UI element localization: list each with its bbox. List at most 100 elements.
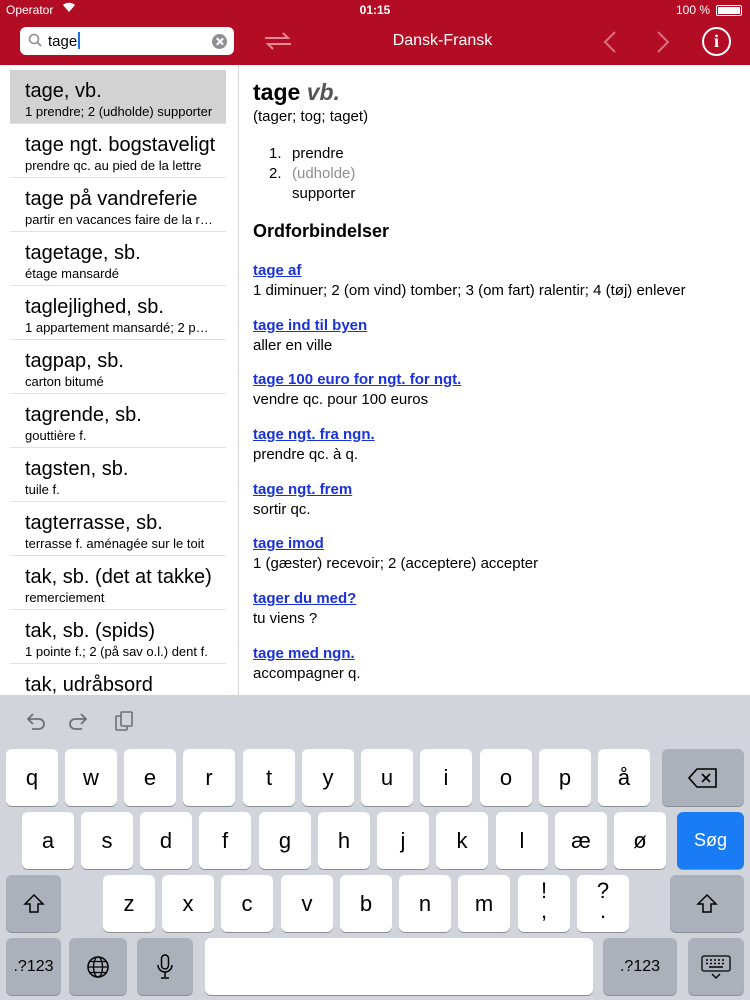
phrase-link[interactable]: tage ngt. frem xyxy=(253,481,743,500)
phrase-translation: prendre qc. à q. xyxy=(253,446,359,463)
key-g[interactable]: g xyxy=(259,812,311,869)
list-item-title: tak, sb. (det at takke) xyxy=(25,566,212,588)
list-item-title: tage på vandreferie xyxy=(25,188,198,210)
numbers-key[interactable]: .?123 xyxy=(6,938,61,995)
list-item[interactable]: tage på vandreferie partir en vacances f… xyxy=(10,178,226,232)
navigation-bar: Operator 01:15 100 % tage Dansk-Fransk i xyxy=(0,0,750,65)
key-i[interactable]: i xyxy=(420,749,472,806)
key-n[interactable]: n xyxy=(399,875,451,932)
key-u[interactable]: u xyxy=(361,749,413,806)
key-ae[interactable]: æ xyxy=(555,812,607,869)
key-f[interactable]: f xyxy=(199,812,251,869)
list-item-title: tagpap, sb. xyxy=(25,350,124,372)
list-item-title: tagetage, sb. xyxy=(25,242,141,264)
backspace-key[interactable] xyxy=(662,749,744,806)
list-item[interactable]: tage ngt. bogstaveligt prendre qc. au pi… xyxy=(10,124,226,178)
key-s[interactable]: s xyxy=(81,812,133,869)
key-bottom-glyph: . xyxy=(599,898,607,923)
forward-icon[interactable] xyxy=(655,30,671,54)
search-key[interactable]: Søg xyxy=(677,812,744,869)
phrase-link[interactable]: tage ind til byen xyxy=(253,317,743,336)
phrase-translation: tu viens ? xyxy=(253,610,318,627)
key-m[interactable]: m xyxy=(458,875,510,932)
space-bar[interactable] xyxy=(205,938,593,995)
phrase-translation: 1 diminuer; 2 (om vind) tomber; 3 (om fa… xyxy=(253,282,686,299)
phrase-link[interactable]: tage imod xyxy=(253,535,743,554)
key-o[interactable]: o xyxy=(480,749,532,806)
globe-icon xyxy=(87,955,109,978)
inflection-forms: (tager; tog; taget) xyxy=(253,108,369,125)
info-icon[interactable]: i xyxy=(702,27,731,56)
list-item[interactable]: tak, sb. (det at takke) remerciement xyxy=(10,556,226,610)
swap-languages-icon[interactable] xyxy=(262,31,294,51)
dictation-key[interactable] xyxy=(137,938,193,995)
key-e[interactable]: e xyxy=(124,749,176,806)
phrase-link[interactable]: tage 100 euro for ngt. for ngt. xyxy=(253,371,743,390)
phrase-translation: sortir qc. xyxy=(253,501,311,518)
list-item-subtitle: 1 appartement mansardé; 2 penthouse xyxy=(25,320,215,335)
list-item-subtitle: 1 pointe f.; 2 (på sav o.l.) dent f. xyxy=(25,644,208,659)
list-item[interactable]: tagpap, sb. carton bitumé xyxy=(10,340,226,394)
list-item-subtitle: gouttière f. xyxy=(25,428,87,443)
phrase-translation: 1 (gæster) recevoir; 2 (acceptere) accep… xyxy=(253,555,539,572)
list-item[interactable]: tak, udråbsord xyxy=(10,664,226,695)
status-bar: Operator 01:15 100 % xyxy=(0,0,750,20)
key-aa[interactable]: å xyxy=(598,749,650,806)
key-j[interactable]: j xyxy=(377,812,429,869)
list-item-title: tage ngt. bogstaveligt xyxy=(25,134,216,156)
key-l[interactable]: l xyxy=(496,812,548,869)
redo-icon[interactable] xyxy=(68,710,90,732)
key-a[interactable]: a xyxy=(22,812,74,869)
list-item[interactable]: tagterrasse, sb. terrasse f. aménagée su… xyxy=(10,502,226,556)
key-c[interactable]: c xyxy=(221,875,273,932)
list-item[interactable]: tagsten, sb. tuile f. xyxy=(10,448,226,502)
key-t[interactable]: t xyxy=(243,749,295,806)
list-item[interactable]: taglejlighed, sb. 1 appartement mansardé… xyxy=(10,286,226,340)
key-z[interactable]: z xyxy=(103,875,155,932)
key-y[interactable]: y xyxy=(302,749,354,806)
list-item[interactable]: tagetage, sb. étage mansardé xyxy=(10,232,226,286)
key-oe[interactable]: ø xyxy=(614,812,666,869)
phrase-link[interactable]: tage med ngn. xyxy=(253,645,743,664)
list-item-subtitle: partir en vacances faire de la randonnée xyxy=(25,212,215,227)
clear-icon[interactable] xyxy=(212,34,227,49)
globe-key[interactable] xyxy=(69,938,127,995)
key-v[interactable]: v xyxy=(281,875,333,932)
sense-number: 1. xyxy=(269,145,282,162)
list-item[interactable]: tak, sb. (spids) 1 pointe f.; 2 (på sav … xyxy=(10,610,226,664)
key-w[interactable]: w xyxy=(65,749,117,806)
key-p[interactable]: p xyxy=(539,749,591,806)
back-icon[interactable] xyxy=(602,30,618,54)
list-item[interactable]: tagrende, sb. gouttière f. xyxy=(10,394,226,448)
undo-icon[interactable] xyxy=(24,710,46,732)
sense-text: prendre xyxy=(292,145,344,162)
key-q[interactable]: q xyxy=(6,749,58,806)
key-r[interactable]: r xyxy=(183,749,235,806)
key-k[interactable]: k xyxy=(436,812,488,869)
sense-text: supporter xyxy=(292,185,356,202)
key-h[interactable]: h xyxy=(318,812,370,869)
shift-key-left[interactable] xyxy=(6,875,61,932)
list-item-subtitle: carton bitumé xyxy=(25,374,104,389)
numbers-key-right[interactable]: .?123 xyxy=(603,938,677,995)
list-item-title: tak, udråbsord xyxy=(25,674,153,695)
headword: tage xyxy=(253,79,301,105)
key-exclamation-comma[interactable]: ! , xyxy=(518,875,570,932)
phrase-link[interactable]: tage ngt. fra ngn. xyxy=(253,426,743,445)
phrase-link[interactable]: tage af xyxy=(253,262,743,281)
paste-icon[interactable] xyxy=(113,710,135,732)
key-d[interactable]: d xyxy=(140,812,192,869)
shift-icon xyxy=(22,893,45,913)
shift-key-right[interactable] xyxy=(670,875,744,932)
phrase-link[interactable]: tager du med? xyxy=(253,590,743,609)
key-b[interactable]: b xyxy=(340,875,392,932)
phrase-item: tage ngt. fra ngn. prendre qc. à q. xyxy=(253,426,743,463)
hide-keyboard-key[interactable] xyxy=(688,938,744,995)
key-question-period[interactable]: ? . xyxy=(577,875,629,932)
section-heading: Ordforbindelser xyxy=(253,221,390,241)
search-input[interactable]: tage xyxy=(20,27,234,55)
key-x[interactable]: x xyxy=(162,875,214,932)
results-list[interactable]: tage, vb. 1 prendre; 2 (udholde) support… xyxy=(0,65,239,695)
list-item[interactable]: tage, vb. 1 prendre; 2 (udholde) support… xyxy=(10,70,226,124)
phrase-item: tage imod 1 (gæster) recevoir; 2 (accept… xyxy=(253,535,743,572)
